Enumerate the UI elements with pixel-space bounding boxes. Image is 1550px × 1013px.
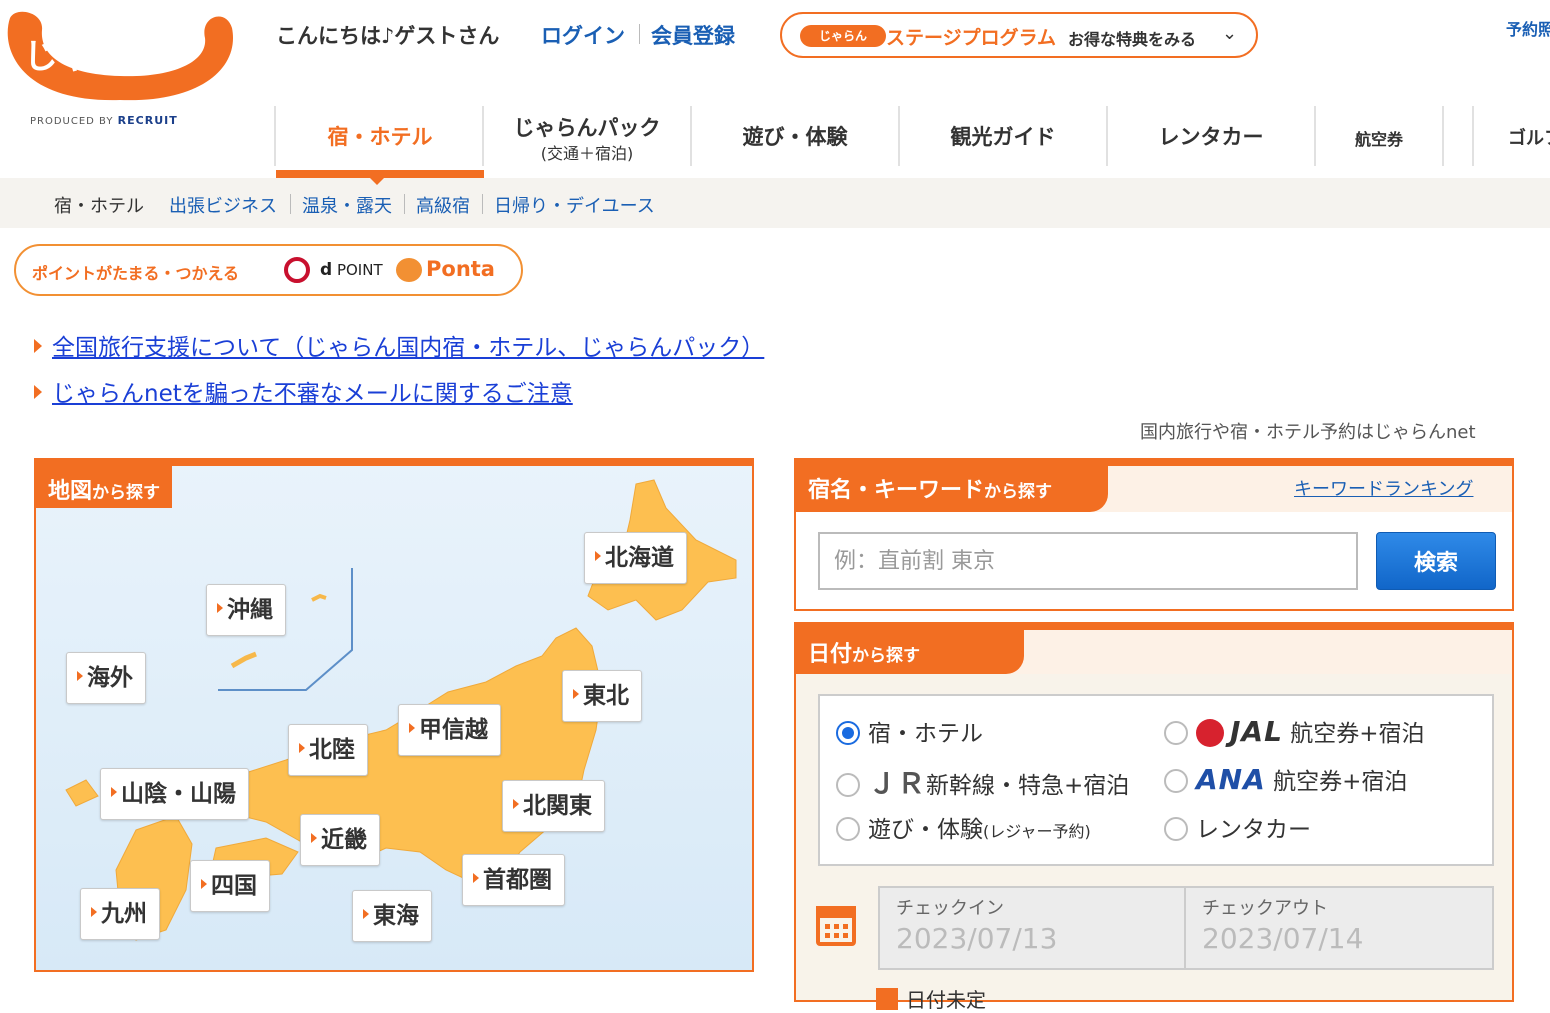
notice-phishing[interactable]: じゃらんnetを騙った不審なメールに関するご注意: [34, 374, 573, 408]
nav-divider: [1442, 106, 1444, 166]
region-shutoken[interactable]: 首都圏: [462, 854, 565, 906]
option-rentacar[interactable]: レンタカー: [1164, 810, 1311, 844]
date-undecided-checkbox[interactable]: 日付未定: [876, 984, 986, 1013]
sub-nav: 宿・ホテル 出張ビジネス 温泉・露天 高級宿 日帰り・デイユース: [0, 178, 1550, 228]
register-link[interactable]: 会員登録: [651, 20, 735, 50]
subnav-onsen[interactable]: 温泉・露天: [302, 192, 392, 218]
region-shikoku[interactable]: 四国: [190, 860, 270, 912]
region-okinawa[interactable]: 沖縄: [206, 584, 286, 636]
checkin-label: チェックイン: [896, 898, 1004, 919]
radio-selected-icon: [836, 721, 860, 745]
region-tokai[interactable]: 東海: [352, 890, 432, 942]
checkbox-icon: [876, 988, 898, 1010]
radio-icon: [836, 817, 860, 841]
region-sanin-sanyo[interactable]: 山陰・山陽: [100, 768, 249, 820]
region-kitakanto[interactable]: 北関東: [502, 780, 605, 832]
subnav-current: 宿・ホテル: [54, 196, 144, 217]
radio-icon: [1164, 721, 1188, 745]
chevron-down-icon: ⌄: [1222, 23, 1238, 44]
region-hokuriku[interactable]: 北陸: [288, 724, 368, 776]
nav-flight[interactable]: 航空券: [1316, 106, 1442, 168]
radio-icon: [836, 773, 860, 797]
option-jr[interactable]: ＪＲ新幹線・特急+宿泊: [836, 762, 1129, 802]
nav-rentacar[interactable]: レンタカー: [1108, 106, 1314, 168]
search-type-options: 宿・ホテル JAL 航空券+宿泊 ＪＲ新幹線・特急+宿泊 ANA 航空券+宿泊 …: [818, 694, 1494, 866]
subnav-divider: [404, 194, 405, 214]
nav-active-bar: [276, 170, 484, 178]
region-tohoku[interactable]: 東北: [562, 670, 642, 722]
keyword-panel-title: 宿名・キーワードから探す: [796, 466, 1108, 512]
checkin-field[interactable]: チェックイン 2023/07/13: [878, 886, 1186, 970]
nav-activity[interactable]: 遊び・体験: [692, 106, 898, 168]
stage-sub: お得な特典をみる: [1068, 30, 1197, 49]
region-kyushu[interactable]: 九州: [80, 888, 160, 940]
stage-logo-pill: じゃらん: [800, 25, 886, 47]
greeting-text: こんにちは♪ゲストさん: [276, 24, 500, 48]
logo-text: じゃらん: [24, 37, 160, 77]
nav-pack[interactable]: じゃらんパック (交通＋宿泊): [484, 106, 690, 168]
nav-hotel[interactable]: 宿・ホテル: [276, 106, 484, 168]
site-header: じゃらん PRODUCED BY RECRUIT こんにちは♪ゲストさん ログイ…: [0, 0, 1550, 178]
radio-icon: [1164, 769, 1188, 793]
keyword-search-panel: 宿名・キーワードから探す キーワードランキング 検索: [794, 458, 1514, 611]
region-overseas[interactable]: 海外: [66, 652, 146, 704]
keyword-search-input[interactable]: [818, 532, 1358, 590]
reservation-link[interactable]: 予約照: [1506, 16, 1550, 40]
checkout-field[interactable]: チェックアウト 2023/07/14: [1184, 886, 1494, 970]
keyword-panel-header: 宿名・キーワードから探す キーワードランキング: [796, 460, 1512, 512]
nav-divider: [1472, 106, 1474, 166]
subnav-divider: [482, 194, 483, 214]
map-search-panel: 地図から探す 北海道 沖縄 海外 東北 甲信越 北陸 山陰・山陽 北関東 近畿 …: [34, 458, 754, 972]
option-leisure[interactable]: 遊び・体験(レジャー予約): [836, 810, 1091, 844]
ponta-icon: [396, 258, 422, 282]
calendar-icon: [816, 906, 856, 946]
subnav-luxury[interactable]: 高級宿: [416, 192, 470, 218]
subnav-dayuse[interactable]: 日帰り・デイユース: [494, 192, 655, 218]
arrow-right-icon: [34, 385, 42, 399]
stage-program-button[interactable]: じゃらん ステージプログラム お得な特典をみる ⌄: [780, 12, 1258, 58]
nav-active-arrow: [370, 178, 384, 185]
date-panel-title: 日付から探す: [796, 630, 1024, 674]
subnav-business[interactable]: 出張ビジネス: [169, 192, 277, 218]
search-button[interactable]: 検索: [1376, 532, 1496, 590]
subnav-divider: [290, 194, 291, 214]
ponta-label: Ponta: [426, 257, 495, 281]
produced-by: PRODUCED BY RECRUIT: [30, 114, 178, 127]
date-search-panel: 日付から探す 宿・ホテル JAL 航空券+宿泊 ＪＲ新幹線・特急+宿泊 ANA …: [794, 622, 1514, 1012]
nav-golf[interactable]: ゴルフ: [1508, 106, 1550, 168]
d-point-label: d POINT: [320, 260, 383, 280]
point-banner[interactable]: ポイントがたまる・つかえる d POINT Ponta: [14, 244, 523, 296]
checkout-value: 2023/07/14: [1202, 922, 1364, 955]
date-panel-header: 日付から探す: [796, 624, 1512, 674]
nav-guide[interactable]: 観光ガイド: [900, 106, 1106, 168]
login-link[interactable]: ログイン: [541, 20, 625, 50]
region-koshinetsu[interactable]: 甲信越: [398, 704, 501, 756]
stage-title: ステージプログラム: [886, 27, 1057, 49]
point-text: ポイントがたまる・つかえる: [32, 264, 240, 283]
d-point-icon: [284, 257, 310, 283]
site-tagline: 国内旅行や宿・ホテル予約はじゃらんnet: [1140, 422, 1476, 443]
checkin-value: 2023/07/13: [896, 922, 1058, 955]
radio-icon: [1164, 817, 1188, 841]
arrow-right-icon: [34, 339, 42, 353]
recruit-logo: RECRUIT: [117, 114, 178, 127]
notice-travel-support[interactable]: 全国旅行支援について（じゃらん国内宿・ホテル、じゃらんパック）: [34, 328, 764, 362]
option-hotel[interactable]: 宿・ホテル: [836, 714, 983, 748]
region-hokkaido[interactable]: 北海道: [584, 532, 687, 584]
jal-logo-icon: [1196, 719, 1224, 747]
checkout-label: チェックアウト: [1202, 898, 1328, 919]
keyword-ranking-link[interactable]: キーワードランキング: [1294, 475, 1473, 501]
jalan-logo[interactable]: じゃらん: [0, 8, 240, 108]
option-ana[interactable]: ANA 航空券+宿泊: [1164, 762, 1407, 796]
region-kinki[interactable]: 近畿: [300, 814, 380, 866]
header-divider: [639, 24, 640, 44]
option-jal[interactable]: JAL 航空券+宿泊: [1164, 714, 1425, 748]
